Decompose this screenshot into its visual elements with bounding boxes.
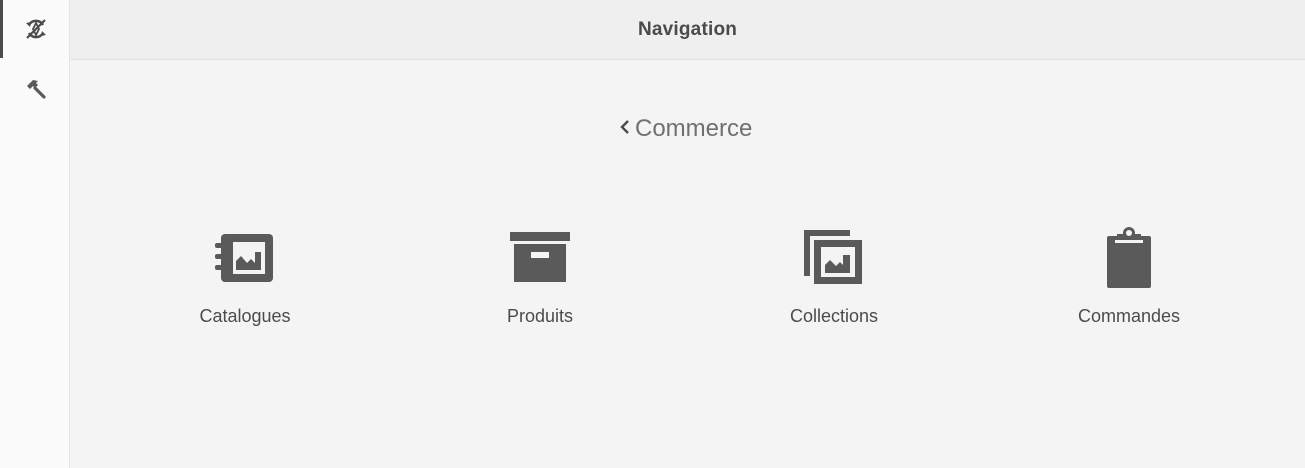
tile-produits[interactable]: Produits	[440, 222, 640, 342]
catalog-icon	[210, 222, 280, 294]
chevron-left-icon	[620, 119, 635, 140]
left-rail	[0, 0, 70, 468]
header-bar: Navigation	[70, 0, 1305, 60]
tile-label: Produits	[506, 306, 574, 326]
back-label: Commerce	[635, 115, 753, 142]
tools-icon	[23, 77, 47, 101]
back-breadcrumb[interactable]: Commerce	[620, 112, 752, 146]
rail-navigation-button[interactable]	[0, 0, 69, 58]
tile-label: Collections	[789, 306, 879, 326]
app-window: Navigation Commerce Catalogues Produits …	[0, 0, 1305, 468]
collections-icon	[799, 222, 869, 294]
clipboard-icon	[1094, 222, 1164, 294]
tile-collections[interactable]: Collections	[734, 222, 934, 342]
tile-label: Commandes	[1077, 306, 1181, 326]
page-title: Navigation	[637, 18, 738, 40]
rail-tools-button[interactable]	[0, 60, 69, 118]
tile-label: Catalogues	[199, 306, 291, 326]
box-icon	[505, 222, 575, 294]
navigation-icon	[24, 17, 48, 41]
tile-commandes[interactable]: Commandes	[1029, 222, 1229, 342]
tile-catalogues[interactable]: Catalogues	[145, 222, 345, 342]
